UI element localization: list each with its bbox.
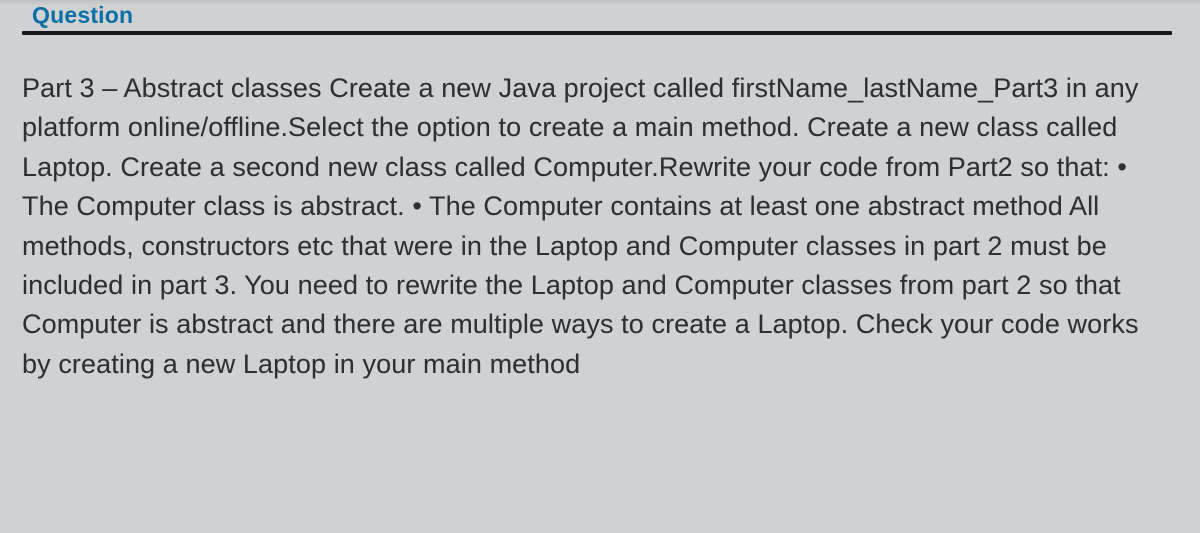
question-header: Question (22, 0, 1172, 35)
header-divider (22, 31, 1172, 35)
question-body-text: Part 3 – Abstract classes Create a new J… (22, 69, 1172, 384)
question-card: Question Part 3 – Abstract classes Creat… (0, 0, 1200, 533)
question-label: Question (22, 2, 1172, 29)
